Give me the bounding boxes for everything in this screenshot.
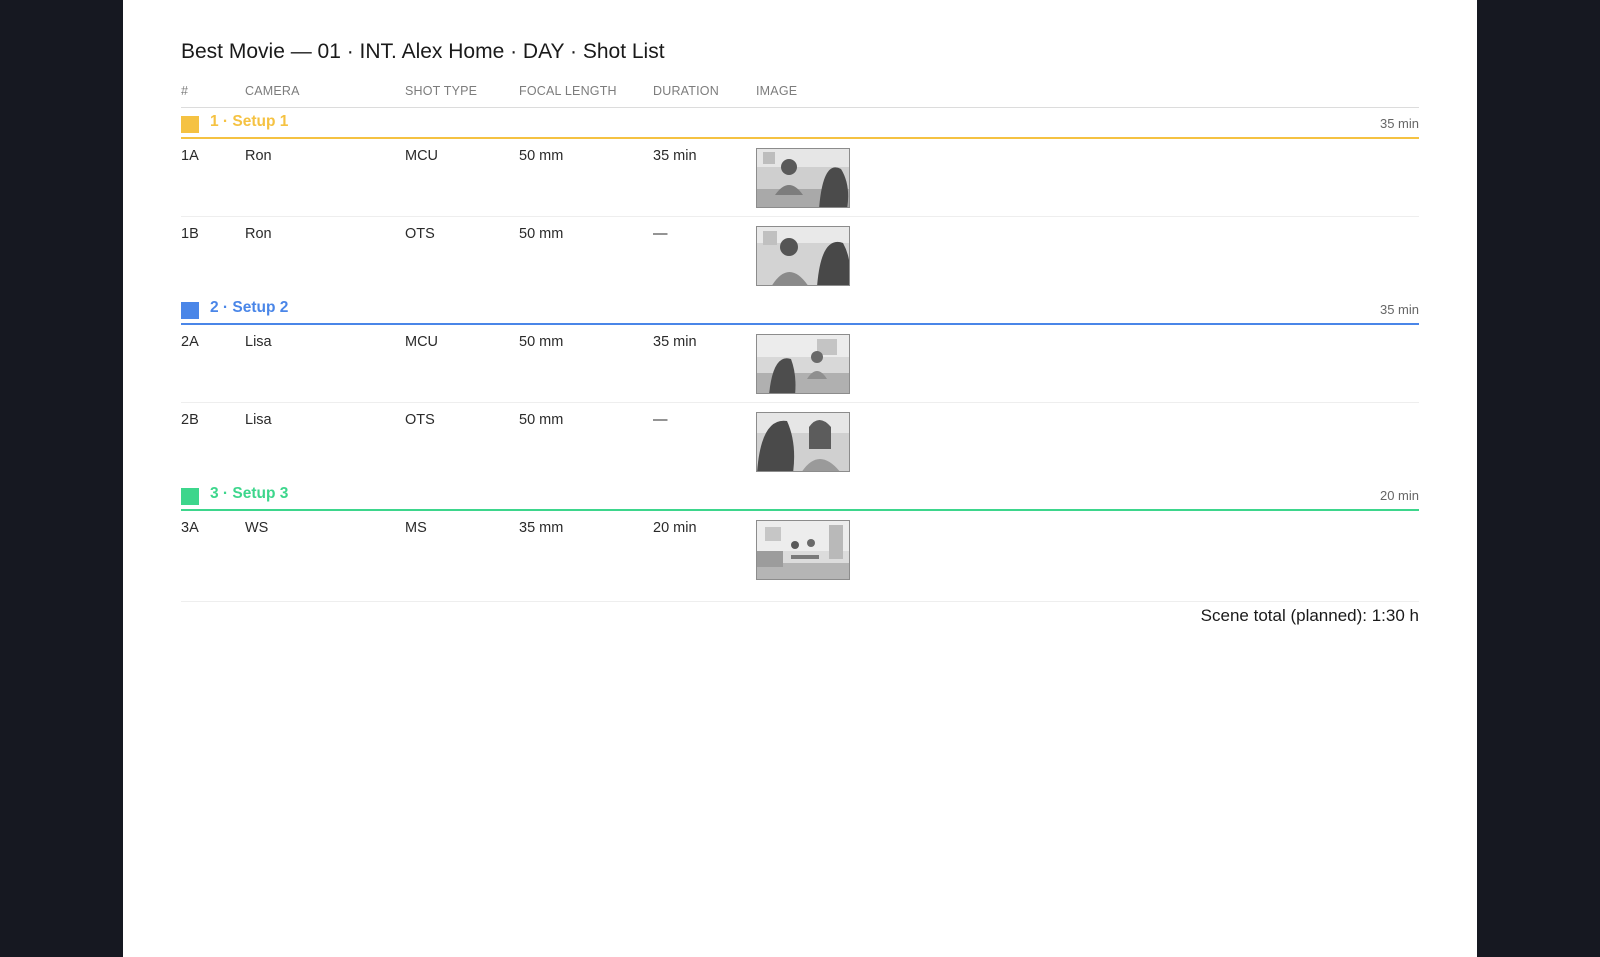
shot-focal-length: 50 mm xyxy=(519,412,564,428)
column-header-camera: CAMERA xyxy=(245,84,300,98)
shot-list-page: Best Movie — 01 · INT. Alex Home · DAY ·… xyxy=(123,0,1477,957)
shot-list-content: Best Movie — 01 · INT. Alex Home · DAY ·… xyxy=(181,36,1419,630)
shot-focal-length: 50 mm xyxy=(519,334,564,350)
shot-row[interactable]: 1B Ron OTS 50 mm — xyxy=(181,217,1419,294)
shot-thumbnail-image[interactable] xyxy=(756,226,850,286)
shot-row[interactable]: 2A Lisa MCU 50 mm 35 min xyxy=(181,325,1419,403)
shot-type: OTS xyxy=(405,226,435,242)
shot-thumbnail-image[interactable] xyxy=(756,148,850,208)
table-header: # CAMERA SHOT TYPE FOCAL LENGTH DURATION… xyxy=(181,77,1419,108)
setup-label: 3 · Setup 3 xyxy=(210,485,289,502)
setup-label: 2 · Setup 2 xyxy=(210,299,289,316)
shot-focal-length: 35 mm xyxy=(519,520,564,536)
shot-number: 3A xyxy=(181,520,199,536)
shot-camera: Ron xyxy=(245,226,272,242)
shot-duration: 35 min xyxy=(653,334,697,350)
shot-camera: WS xyxy=(245,520,269,536)
shot-duration: 20 min xyxy=(653,520,697,536)
setup-header[interactable]: 2 · Setup 2 35 min xyxy=(181,294,1419,325)
page-title: Best Movie — 01 · INT. Alex Home · DAY ·… xyxy=(181,40,665,63)
shot-type: OTS xyxy=(405,412,435,428)
setup-header[interactable]: 1 · Setup 1 35 min xyxy=(181,108,1419,139)
setup-total-duration: 35 min xyxy=(1379,302,1419,317)
column-header-number: # xyxy=(181,84,189,98)
shot-type: MS xyxy=(405,520,427,536)
setup-total-duration: 20 min xyxy=(1379,488,1419,503)
shot-camera: Lisa xyxy=(245,412,272,428)
shot-thumbnail-image[interactable] xyxy=(756,334,850,394)
shot-camera: Lisa xyxy=(245,334,272,350)
shot-type: MCU xyxy=(405,148,439,164)
setup-color-swatch xyxy=(181,116,199,133)
shot-row[interactable]: 2B Lisa OTS 50 mm — xyxy=(181,403,1419,480)
shot-duration: 35 min xyxy=(653,148,697,164)
shot-number: 2A xyxy=(181,334,199,350)
shot-duration: — xyxy=(653,412,668,428)
column-header-shot-type: SHOT TYPE xyxy=(405,84,478,98)
shot-row[interactable]: 1A Ron MCU 50 mm 35 min xyxy=(181,139,1419,217)
setup-label: 1 · Setup 1 xyxy=(210,113,289,130)
scene-total: Scene total (planned): 1:30 h xyxy=(181,602,1419,630)
shot-type: MCU xyxy=(405,334,439,350)
setup-color-swatch xyxy=(181,302,199,319)
setup-color-swatch xyxy=(181,488,199,505)
setup-total-duration: 35 min xyxy=(1379,116,1419,131)
column-header-duration: DURATION xyxy=(653,84,719,98)
shot-focal-length: 50 mm xyxy=(519,226,564,242)
shot-duration: — xyxy=(653,226,668,242)
column-header-focal-length: FOCAL LENGTH xyxy=(519,84,617,98)
shot-row[interactable]: 3A WS MS 35 mm 20 min xyxy=(181,511,1419,602)
shot-camera: Ron xyxy=(245,148,272,164)
scene-total-label: Scene total (planned): 1:30 h xyxy=(1200,606,1419,625)
shot-number: 1B xyxy=(181,226,199,242)
column-header-image: IMAGE xyxy=(756,84,798,98)
shot-thumbnail-image[interactable] xyxy=(756,520,850,580)
shot-number: 2B xyxy=(181,412,199,428)
shot-focal-length: 50 mm xyxy=(519,148,564,164)
setup-header[interactable]: 3 · Setup 3 20 min xyxy=(181,480,1419,511)
shot-number: 1A xyxy=(181,148,199,164)
shot-thumbnail-image[interactable] xyxy=(756,412,850,472)
